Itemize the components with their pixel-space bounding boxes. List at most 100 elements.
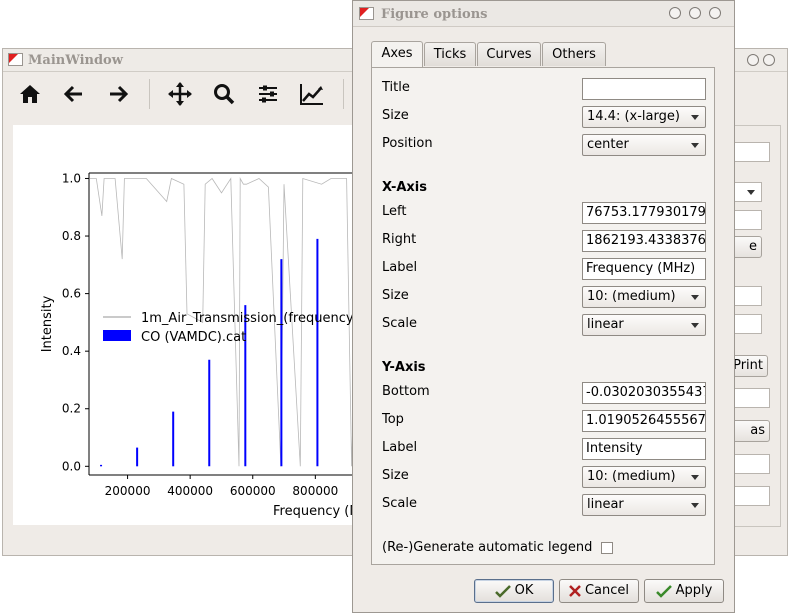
x-tick-label: 400000 xyxy=(167,484,213,498)
toolbar-separator xyxy=(343,79,344,109)
chevron-down-icon xyxy=(691,143,699,148)
x-tick-label: 200000 xyxy=(105,484,151,498)
side-field[interactable] xyxy=(734,486,770,506)
tab-curves[interactable]: Curves xyxy=(477,42,541,66)
chevron-down-icon xyxy=(691,475,699,480)
side-panel: e Print as xyxy=(730,125,781,527)
ok-icon xyxy=(494,585,511,598)
x-label-input[interactable]: Frequency (MHz) xyxy=(582,258,706,280)
home-icon xyxy=(20,85,40,103)
canvas-button[interactable]: as xyxy=(730,420,770,442)
legend-label: (Re-)Generate automatic legend xyxy=(382,540,593,555)
y-bottom-input[interactable]: -0.03020303554379 xyxy=(582,382,706,404)
x-right-label: Right xyxy=(382,232,417,247)
x-scale-label: Scale xyxy=(382,316,417,331)
y-top-input[interactable]: 1.01905264555679 xyxy=(582,410,706,432)
zoom-button[interactable] xyxy=(209,79,239,109)
plot-canvas[interactable]: 0.0 0.2 0.4 0.6 0.8 1.0 200000 400000 600000 8000… xyxy=(13,125,433,525)
legend-bar-swatch xyxy=(103,330,131,341)
y-label-input[interactable]: Intensity xyxy=(582,438,706,460)
y-scale-select[interactable]: linear xyxy=(582,494,706,516)
ok-button[interactable]: OK xyxy=(474,579,554,603)
tab-others[interactable]: Others xyxy=(542,42,606,66)
figure-options-dialog: Figure options Axes Ticks Curves Others … xyxy=(352,0,735,613)
chevron-down-icon xyxy=(691,295,699,300)
x-scale-select[interactable]: linear xyxy=(582,314,706,336)
x-size-select[interactable]: 10: (medium) xyxy=(582,286,706,308)
forward-button[interactable] xyxy=(103,79,133,109)
minimize-button[interactable] xyxy=(747,54,759,66)
legend-checkbox[interactable] xyxy=(601,542,613,554)
ok-button-label: OK xyxy=(514,583,534,598)
toolbar-separator xyxy=(149,79,150,109)
side-field[interactable] xyxy=(734,314,762,334)
x-size-value: 10: (medium) xyxy=(587,289,676,304)
maximize-button[interactable] xyxy=(763,54,775,66)
plot-svg: 0.0 0.2 0.4 0.6 0.8 1.0 200000 400000 600000 8000… xyxy=(40,171,433,519)
back-button[interactable] xyxy=(59,79,89,109)
side-field[interactable] xyxy=(734,142,770,162)
side-field[interactable] xyxy=(734,454,770,474)
title-label: Title xyxy=(382,80,410,95)
y-top-label: Top xyxy=(382,412,404,427)
side-field[interactable] xyxy=(734,286,762,306)
legend-entry-co: CO (VAMDC).cat xyxy=(141,330,246,345)
y-tick-label: 0.0 xyxy=(62,459,81,473)
print-button[interactable]: Print xyxy=(732,355,768,377)
y-tick-label: 0.2 xyxy=(62,402,81,416)
side-field[interactable] xyxy=(734,210,762,230)
x-tick-label: 800000 xyxy=(292,484,338,498)
app-icon xyxy=(8,53,23,66)
main-window-title: MainWindow xyxy=(28,53,123,68)
title-size-select[interactable]: 14.4: (x-large) xyxy=(582,106,706,128)
back-arrow-icon xyxy=(63,85,82,103)
dialog-titlebar[interactable]: Figure options xyxy=(353,1,734,27)
title-size-value: 14.4: (x-large) xyxy=(587,109,680,124)
y-scale-label: Scale xyxy=(382,496,417,511)
position-select[interactable]: center xyxy=(582,134,706,156)
cancel-button[interactable]: Cancel xyxy=(559,579,639,603)
title-input[interactable] xyxy=(582,78,706,100)
cancel-icon xyxy=(569,585,581,597)
side-field[interactable] xyxy=(734,388,770,408)
shade-button[interactable] xyxy=(669,7,681,19)
x-size-label: Size xyxy=(382,288,409,303)
x-left-label: Left xyxy=(382,204,407,219)
app-icon xyxy=(359,7,374,20)
tab-ticks[interactable]: Ticks xyxy=(424,42,476,66)
y-tick-label: 0.8 xyxy=(62,229,81,243)
y-tick-label: 0.6 xyxy=(62,287,81,301)
y-tick-label: 0.4 xyxy=(62,344,81,358)
close-button[interactable] xyxy=(709,7,721,19)
y-bottom-label: Bottom xyxy=(382,384,430,399)
tab-axes[interactable]: Axes xyxy=(371,41,423,67)
pan-icon xyxy=(168,82,192,106)
y-axis-heading: Y-Axis xyxy=(382,360,426,375)
apply-button-label: Apply xyxy=(675,583,713,598)
x-tick-label: 600000 xyxy=(230,484,276,498)
position-value: center xyxy=(587,137,629,152)
edit-curves-button[interactable] xyxy=(297,79,327,109)
pan-button[interactable] xyxy=(165,79,195,109)
y-size-value: 10: (medium) xyxy=(587,469,676,484)
y-size-label: Size xyxy=(382,468,409,483)
title-size-label: Size xyxy=(382,108,409,123)
home-button[interactable] xyxy=(15,79,45,109)
x-axis-heading: X-Axis xyxy=(382,180,427,195)
maximize-button[interactable] xyxy=(689,7,701,19)
forward-arrow-icon xyxy=(110,85,129,103)
x-right-input[interactable]: 1862193.43383766 xyxy=(582,230,706,252)
configure-subplots-button[interactable] xyxy=(253,79,283,109)
chevron-down-icon xyxy=(691,503,699,508)
x-left-input[interactable]: 76753.1779301799 xyxy=(582,202,706,224)
configure-subplots-icon xyxy=(259,85,277,103)
x-scale-value: linear xyxy=(587,317,624,332)
chevron-down-icon xyxy=(691,115,699,120)
position-label: Position xyxy=(382,136,433,151)
y-axis-label: Intensity xyxy=(40,295,55,352)
y-tick-label: 1.0 xyxy=(62,171,81,185)
y-size-select[interactable]: 10: (medium) xyxy=(582,466,706,488)
axes-tab-pane: Title Size 14.4: (x-large) Position cent… xyxy=(371,67,715,565)
edit-curves-icon xyxy=(300,84,323,105)
apply-button[interactable]: Apply xyxy=(644,579,724,603)
